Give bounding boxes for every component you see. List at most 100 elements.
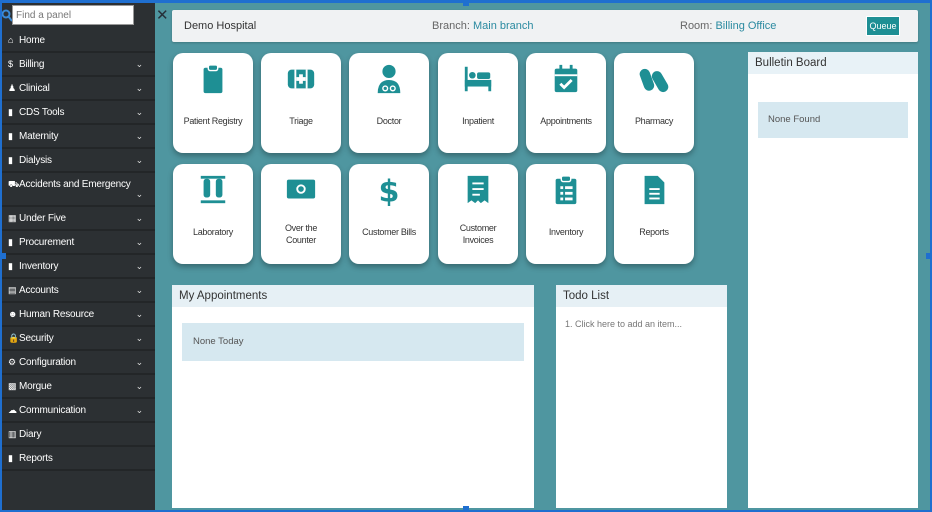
tile-triage[interactable]: Triage (261, 53, 341, 153)
chevron-down-icon: ⌄ (135, 285, 144, 295)
sidebar-item-cds-tools[interactable]: ▮ CDS Tools ⌄ (0, 101, 155, 125)
receipt-icon (467, 175, 489, 204)
tile-label-line: Customer Bills (362, 227, 416, 237)
first-aid-icon (287, 69, 315, 89)
sidebar-item-security[interactable]: 🔒Security ⌄ (0, 327, 155, 351)
chevron-down-icon: ⌄ (135, 83, 144, 93)
hospital-name: Demo Hospital (184, 20, 257, 32)
sidebar-item-reports[interactable]: ▮ Reports (0, 447, 155, 471)
sidebar-item-communication[interactable]: ☁ Communication ⌄ (0, 399, 155, 423)
bulletin-empty-message: None Found (758, 102, 908, 138)
appointments-empty-message: None Today (182, 323, 524, 361)
sidebar-item-label: Procurement (19, 237, 75, 248)
chevron-down-icon: ⌄ (135, 131, 144, 141)
chevron-down-icon: ⌄ (135, 189, 144, 199)
tile-label: Customer Bills (349, 227, 429, 237)
tile-laboratory[interactable]: Laboratory (173, 164, 253, 264)
tile-label-line: Inventory (548, 227, 584, 237)
top-header: Demo Hospital Branch: Main branch Room: … (172, 10, 918, 42)
sidebar-item-configuration[interactable]: ⚙ Configuration ⌄ (0, 351, 155, 375)
sidebar-item-label: CDS Tools (19, 107, 65, 118)
chevron-down-icon: ⌄ (135, 405, 144, 415)
tile-pharmacy[interactable]: Pharmacy (614, 53, 694, 153)
sidebar-item-billing[interactable]: $ Billing ⌄ (0, 53, 155, 77)
table-icon: ▦ (8, 213, 17, 223)
chevron-down-icon: ⌄ (135, 107, 144, 117)
sidebar-item-human-resource[interactable]: ☻ Human Resource ⌄ (0, 303, 155, 327)
tile-reports[interactable]: Reports (614, 164, 694, 264)
sidebar-item-under-five[interactable]: ▦ Under Five ⌄ (0, 207, 155, 231)
tile-over-the-counter[interactable]: Over the Counter (261, 164, 341, 264)
sidebar-item-dialysis[interactable]: ▮ Dialysis ⌄ (0, 149, 155, 173)
close-icon[interactable]: ✕ (156, 6, 169, 24)
home-icon: ⌂ (8, 35, 14, 45)
branch-link[interactable]: Main branch (473, 20, 534, 32)
file-icon: ▮ (8, 237, 13, 247)
tile-appointments[interactable]: Appointments (526, 53, 606, 153)
queue-button[interactable]: Queue (866, 16, 900, 36)
tile-inventory[interactable]: Inventory (526, 164, 606, 264)
appointments-title: My Appointments (172, 285, 534, 307)
tile-inpatient[interactable]: Inpatient (438, 53, 518, 153)
sidebar-item-label: Accounts (19, 285, 59, 296)
tile-label-line: Invoices (462, 235, 494, 245)
room-link[interactable]: Billing Office (715, 20, 776, 32)
room-label: Room: (680, 20, 713, 32)
chevron-down-icon: ⌄ (135, 309, 144, 319)
sidebar-item-accidents-and-emergency[interactable]: ⛟Accidents and Emergency ⌄ (0, 173, 155, 207)
tile-label-line: Over the (284, 223, 318, 233)
calendar-check-icon (554, 64, 578, 93)
tile-label: Inventory (526, 227, 606, 237)
sidebar-item-morgue[interactable]: ▩ Morgue ⌄ (0, 375, 155, 399)
resize-handle[interactable] (0, 253, 6, 259)
sidebar-item-label: Dialysis (19, 155, 52, 166)
tile-label-line: Pharmacy (634, 116, 674, 126)
todo-panel: Todo List 1. Click here to add an item..… (556, 285, 727, 508)
todo-title: Todo List (556, 285, 727, 307)
todo-add-item[interactable]: 1. Click here to add an item... (565, 319, 682, 329)
file-icon: ▮ (8, 131, 13, 141)
chevron-down-icon: ⌄ (135, 357, 144, 367)
resize-handle[interactable] (463, 0, 469, 6)
lock-icon: 🔒 (8, 333, 20, 343)
tile-label: Doctor (349, 116, 429, 126)
chevron-down-icon: ⌄ (135, 333, 144, 343)
file-icon: ▮ (8, 261, 13, 271)
tile-label-line: Customer (459, 223, 497, 233)
tile-label: Appointments (526, 116, 606, 126)
tile-customer-bills[interactable]: $ Customer Bills (349, 164, 429, 264)
book-icon: ▥ (8, 429, 17, 439)
sidebar-item-clinical[interactable]: ♟ Clinical ⌄ (0, 77, 155, 101)
search-input[interactable] (12, 5, 134, 25)
sidebar-item-maternity[interactable]: ▮ Maternity ⌄ (0, 125, 155, 149)
chevron-down-icon: ⌄ (135, 59, 144, 69)
sidebar-item-inventory[interactable]: ▮ Inventory ⌄ (0, 255, 155, 279)
sidebar-item-procurement[interactable]: ▮ Procurement ⌄ (0, 231, 155, 255)
clipboard-list-icon (555, 175, 577, 205)
sidebar-item-label: Billing (19, 59, 45, 70)
resize-handle[interactable] (463, 506, 469, 512)
resize-handle[interactable] (926, 253, 932, 259)
tile-patient-registry[interactable]: Patient Registry (173, 53, 253, 153)
sidebar-item-label: Security (19, 333, 54, 344)
sidebar-item-label: Human Resource (19, 309, 95, 320)
room-indicator: Room: Billing Office (680, 20, 776, 32)
sidebar: ⌂ Home $ Billing ⌄ ♟Clinical ⌄ ▮ CDS Tools ⌄ ▮ Mate… (0, 3, 155, 510)
cogs-icon: ⚙ (8, 357, 16, 367)
sidebar-item-diary[interactable]: ▥ Diary (0, 423, 155, 447)
sidebar-item-label: Maternity (19, 131, 59, 142)
tile-label-line: Counter (286, 235, 316, 245)
dollar-icon: $ (8, 59, 13, 69)
chevron-down-icon: ⌄ (135, 155, 144, 165)
branch-indicator: Branch: Main branch (432, 20, 534, 32)
sidebar-item-accounts[interactable]: ▤ Accounts ⌄ (0, 279, 155, 303)
tile-label-line: Inpatient (462, 116, 494, 126)
sidebar-item-home[interactable]: ⌂ Home (0, 29, 155, 53)
doctor-icon (377, 64, 401, 94)
tile-label: Over the Counter (261, 222, 341, 246)
user-md-icon: ♟ (8, 83, 16, 93)
tile-label: Patient Registry (173, 116, 253, 126)
tile-doctor[interactable]: Doctor (349, 53, 429, 153)
svg-text:$: $ (379, 174, 400, 206)
tile-customer-invoices[interactable]: Customer Invoices (438, 164, 518, 264)
